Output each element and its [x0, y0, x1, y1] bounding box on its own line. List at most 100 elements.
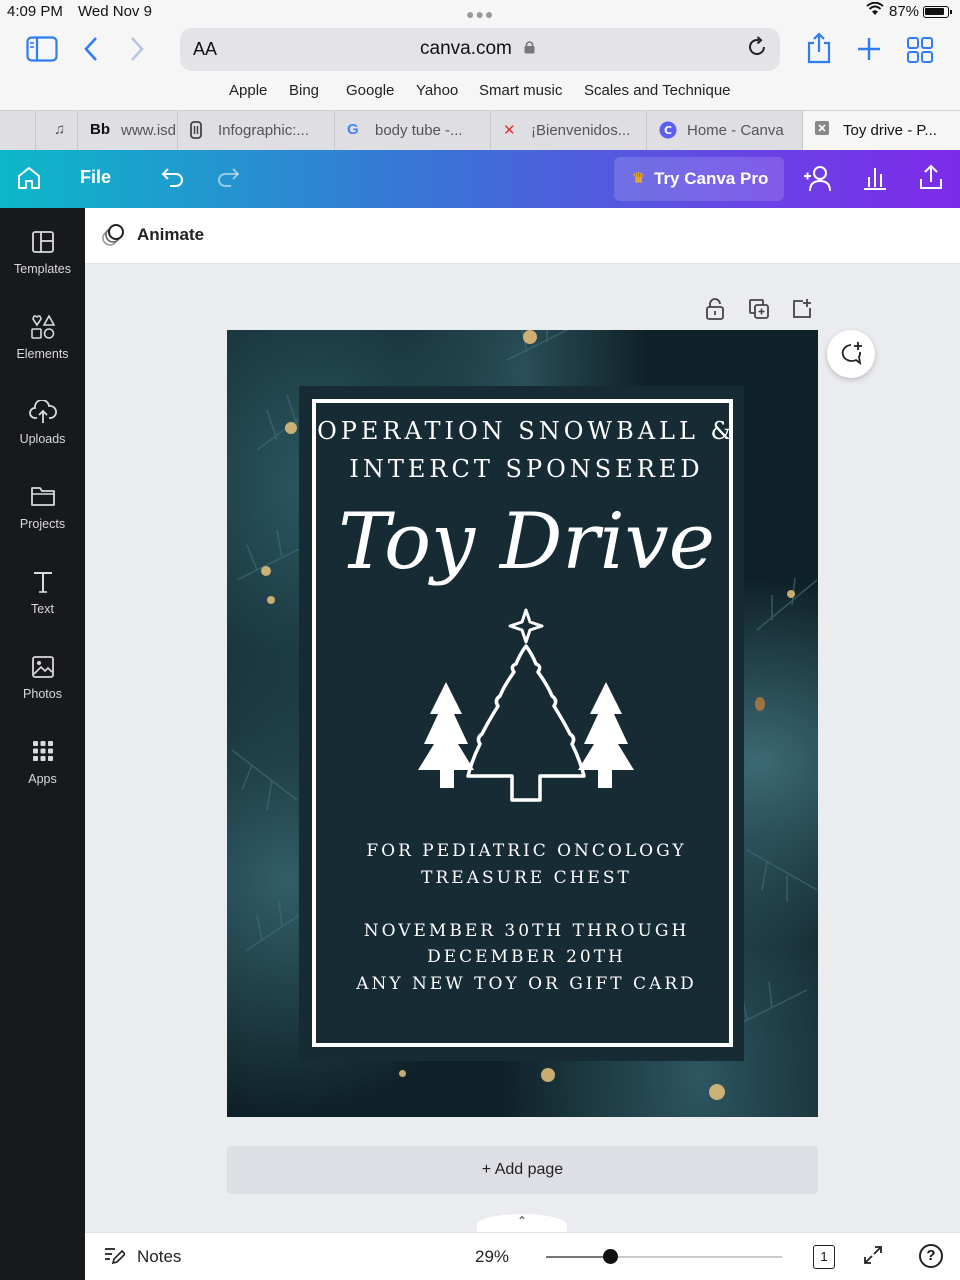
date-line-3[interactable]: ANY NEW TOY OR GIFT CARD — [316, 974, 737, 994]
sidebar-label: Elements — [16, 347, 69, 361]
home-icon[interactable] — [16, 165, 42, 196]
tab-bar: ♫ Bb www.isd Infographic:... G body tube… — [0, 110, 960, 150]
infographic-icon — [190, 121, 202, 143]
insights-chart-icon[interactable] — [862, 165, 888, 196]
elements-icon — [0, 314, 85, 345]
bookmark-google[interactable]: Google — [346, 82, 394, 99]
tab-google[interactable]: G body tube -... — [335, 111, 491, 150]
bookmark-bing[interactable]: Bing — [289, 82, 319, 99]
add-comment-button[interactable] — [827, 330, 875, 378]
tab-canva-home[interactable]: C Home - Canva — [647, 111, 803, 150]
zoom-slider-thumb[interactable] — [602, 1249, 618, 1264]
notes-button[interactable]: Notes — [137, 1247, 181, 1267]
sidebar-item-templates[interactable]: Templates — [0, 226, 85, 296]
bookmark-apple[interactable]: Apple — [229, 82, 267, 99]
status-time: 4:09 PM — [7, 3, 63, 20]
browser-toolbar: AA canva.com Apple Bing Google Yahoo Sma… — [0, 24, 960, 110]
templates-icon — [0, 230, 85, 260]
bokeh-light — [267, 596, 275, 604]
editor-canvas-area: OPERATION SNOWBALL & INTERCT SPONSERED T… — [85, 264, 960, 1236]
wifi-icon — [866, 1, 884, 20]
tab-title: Infographic:... — [218, 122, 309, 139]
bokeh-light — [541, 1068, 555, 1082]
sidebar-item-text[interactable]: Text — [0, 566, 85, 636]
share-icon[interactable] — [806, 32, 832, 71]
script-title[interactable]: Toy Drive — [316, 497, 737, 587]
text-icon — [0, 570, 85, 600]
sidebar-item-uploads[interactable]: Uploads — [0, 396, 85, 466]
add-page-icon[interactable] — [791, 298, 813, 325]
address-bar[interactable]: AA canva.com — [180, 28, 780, 71]
status-date: Wed Nov 9 — [78, 3, 152, 20]
date-line-1[interactable]: NOVEMBER 30TH THROUGH — [316, 921, 737, 941]
share-people-icon[interactable] — [802, 163, 834, 198]
tab-title: Toy drive - P... — [843, 122, 937, 139]
tab-title: body tube -... — [375, 122, 463, 139]
back-icon[interactable] — [82, 36, 100, 69]
reload-icon[interactable] — [746, 36, 768, 64]
tab-overview-icon[interactable] — [906, 36, 934, 71]
file-menu[interactable]: File — [80, 167, 111, 188]
multitasking-dots-icon[interactable]: ●●● — [466, 6, 494, 22]
export-upload-icon[interactable] — [918, 163, 944, 196]
sidebar-item-apps[interactable]: Apps — [0, 736, 85, 806]
forward-icon[interactable] — [128, 36, 146, 69]
date-line-2[interactable]: DECEMBER 20TH — [316, 947, 737, 967]
redo-icon[interactable] — [215, 164, 241, 195]
design-page[interactable]: OPERATION SNOWBALL & INTERCT SPONSERED T… — [227, 330, 818, 1117]
reader-aa-button[interactable]: AA — [193, 39, 217, 60]
tab-toy-drive[interactable]: Toy drive - P... — [803, 111, 960, 150]
sidebar-item-projects[interactable]: Projects — [0, 481, 85, 551]
for-line-1[interactable]: FOR PEDIATRIC ONCOLOGY — [316, 841, 737, 861]
sidebar-item-photos[interactable]: Photos — [0, 651, 85, 721]
help-icon[interactable]: ? — [919, 1244, 943, 1268]
zoom-level[interactable]: 29% — [475, 1247, 509, 1267]
tab-infographic[interactable]: Infographic:... — [178, 111, 335, 150]
for-line-2[interactable]: TREASURE CHEST — [316, 868, 737, 888]
close-tab-icon[interactable] — [815, 121, 829, 139]
poster-frame: OPERATION SNOWBALL & INTERCT SPONSERED T… — [312, 399, 733, 1047]
notes-icon[interactable] — [103, 1245, 127, 1271]
battery-icon — [923, 6, 952, 18]
lock-icon — [524, 40, 535, 57]
new-tab-icon[interactable] — [856, 36, 882, 69]
canva-header: File ♛ Try Canva Pro — [0, 150, 960, 208]
zoom-slider-fill — [546, 1256, 610, 1258]
duplicate-page-icon[interactable] — [748, 298, 770, 325]
bokeh-light — [399, 1070, 406, 1077]
svg-text:C: C — [664, 124, 672, 137]
sidebar-label: Uploads — [19, 432, 66, 446]
tab-music[interactable]: ♫ — [36, 111, 78, 150]
url-text[interactable]: canva.com — [420, 38, 512, 60]
sidebar-label: Templates — [14, 262, 71, 276]
bookmark-smart-music[interactable]: Smart music — [479, 82, 562, 99]
animate-button[interactable]: Animate — [137, 225, 204, 245]
tab-blackboard[interactable]: Bb www.isd — [78, 111, 178, 150]
bokeh-light — [261, 566, 271, 576]
bookmark-scales[interactable]: Scales and Technique — [584, 82, 731, 99]
page-count-button[interactable]: 1 — [813, 1245, 835, 1269]
lock-page-icon[interactable] — [705, 298, 725, 325]
bokeh-light — [285, 422, 297, 434]
undo-icon[interactable] — [160, 164, 186, 195]
canva-icon: C — [659, 121, 677, 143]
add-page-button[interactable]: + Add page — [227, 1146, 818, 1194]
left-sidebar: Templates Elements Uploads Projects Text… — [0, 208, 85, 1280]
apps-icon — [0, 740, 85, 770]
headline-line-2[interactable]: INTERCT SPONSERED — [316, 455, 737, 483]
poster-panel: OPERATION SNOWBALL & INTERCT SPONSERED T… — [299, 386, 744, 1061]
bookmark-yahoo[interactable]: Yahoo — [416, 82, 458, 99]
tab-title: ¡Bienvenidos... — [531, 122, 631, 139]
tab-partial[interactable] — [0, 111, 36, 150]
bokeh-light — [787, 590, 795, 598]
sidebar-item-elements[interactable]: Elements — [0, 311, 85, 381]
animate-icon[interactable] — [101, 222, 125, 246]
headline-line-1[interactable]: OPERATION SNOWBALL & — [316, 417, 737, 445]
tab-bienvenidos[interactable]: ✕ ¡Bienvenidos... — [491, 111, 647, 150]
fullscreen-icon[interactable] — [862, 1244, 884, 1272]
sidebar-label: Apps — [28, 772, 57, 786]
try-canva-pro-button[interactable]: ♛ Try Canva Pro — [614, 157, 784, 201]
sidebar-toggle-icon[interactable] — [26, 36, 58, 69]
google-icon: G — [347, 121, 359, 138]
christmas-trees-icon[interactable] — [416, 608, 636, 818]
